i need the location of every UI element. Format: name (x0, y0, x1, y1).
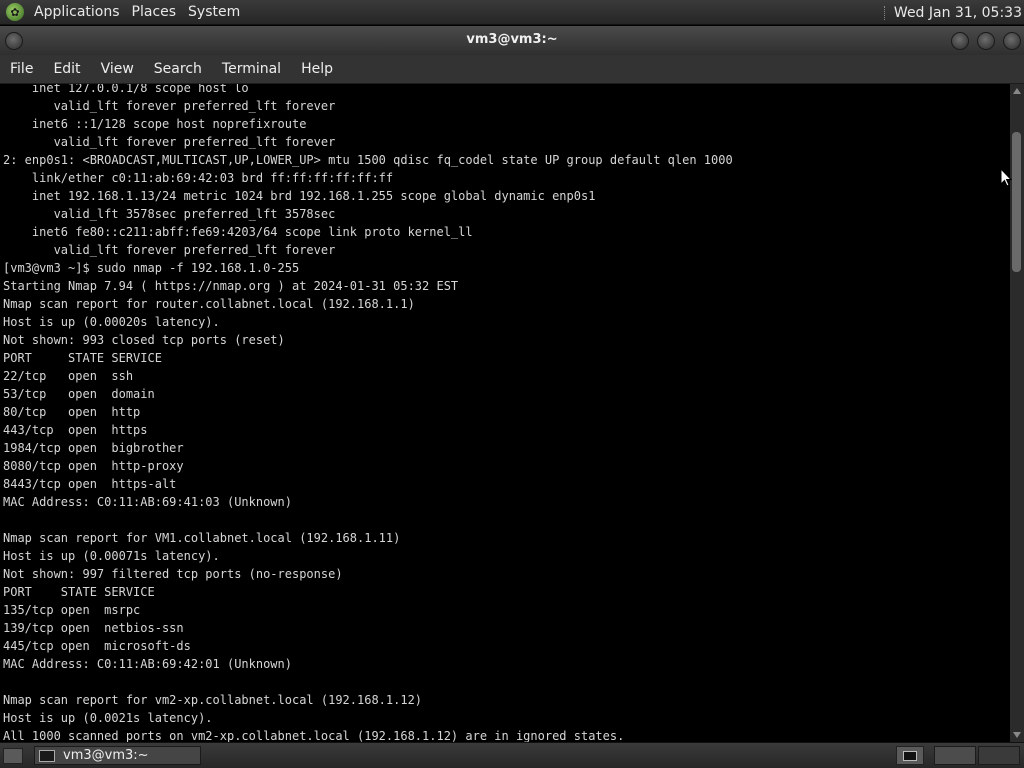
terminal-line: 139/tcp open netbios-ssn (3, 621, 184, 635)
terminal-line: inet 192.168.1.13/24 metric 1024 brd 192… (3, 189, 596, 203)
mouse-pointer-icon (1000, 168, 1012, 187)
terminal-line: [vm3@vm3 ~]$ sudo nmap -f 192.168.1.0-25… (3, 261, 300, 275)
show-desktop-icon[interactable] (3, 748, 23, 764)
menu-terminal[interactable]: Terminal (212, 61, 291, 77)
terminal-line: Starting Nmap 7.94 ( https://nmap.org ) … (3, 279, 459, 293)
terminal-line: valid_lft 3578sec preferred_lft 3578sec (3, 207, 336, 221)
places-menu[interactable]: Places (128, 4, 185, 20)
terminal-line: 53/tcp open domain (3, 387, 155, 401)
terminal-line: 135/tcp open msrpc (3, 603, 141, 617)
terminal-line: 1984/tcp open bigbrother (3, 441, 184, 455)
terminal-line: 8443/tcp open https-alt (3, 477, 177, 491)
menu-view[interactable]: View (91, 61, 144, 77)
terminal-line: PORT STATE SERVICE (3, 585, 155, 599)
terminal-line: inet 127.0.0.1/8 scope host lo (3, 84, 249, 95)
terminal-line: 2: enp0s1: <BROADCAST,MULTICAST,UP,LOWER… (3, 153, 733, 167)
menu-search[interactable]: Search (144, 61, 212, 77)
terminal-text: inet 127.0.0.1/8 scope host lo valid_lft… (0, 84, 733, 742)
maximize-button[interactable] (977, 32, 995, 50)
terminal-line: 80/tcp open http (3, 405, 141, 419)
terminal-line: Nmap scan report for VM1.collabnet.local… (3, 531, 401, 545)
taskbar-item-terminal[interactable]: vm3@vm3:~ (34, 746, 201, 765)
menu-help[interactable]: Help (291, 61, 343, 77)
minimize-button[interactable] (951, 32, 969, 50)
scroll-down-icon[interactable] (1013, 732, 1021, 738)
window-titlebar[interactable]: vm3@vm3:~ (0, 26, 1024, 55)
terminal-scrollbar[interactable] (1010, 84, 1024, 742)
terminal-line: valid_lft forever preferred_lft forever (3, 135, 336, 149)
terminal-line: 445/tcp open microsoft-ds (3, 639, 191, 653)
workspace-1[interactable] (934, 746, 976, 765)
terminal-line: PORT STATE SERVICE (3, 351, 162, 365)
terminal-line: Nmap scan report for vm2-xp.collabnet.lo… (3, 693, 423, 707)
menu-file[interactable]: File (0, 61, 43, 77)
terminal-line: inet6 fe80::c211:abff:fe69:4203/64 scope… (3, 225, 473, 239)
terminal-line: All 1000 scanned ports on vm2-xp.collabn… (3, 729, 625, 742)
terminal-line: 22/tcp open ssh (3, 369, 134, 383)
terminal-line: 443/tcp open https (3, 423, 148, 437)
terminal-output[interactable]: inet 127.0.0.1/8 scope host lo valid_lft… (0, 84, 1010, 742)
gnome-foot-icon[interactable]: ✿ (6, 3, 24, 21)
workspace-2[interactable] (978, 746, 1020, 765)
terminal-line: MAC Address: C0:11:AB:69:41:03 (Unknown) (3, 495, 292, 509)
applications-menu[interactable]: Applications (30, 4, 128, 20)
window-title: vm3@vm3:~ (466, 32, 558, 47)
terminal-line: Not shown: 993 closed tcp ports (reset) (3, 333, 285, 347)
panel-separator (883, 5, 888, 20)
terminal-line: Host is up (0.00020s latency). (3, 315, 220, 329)
taskbar-item-label: vm3@vm3:~ (63, 748, 149, 763)
terminal-line: Not shown: 997 filtered tcp ports (no-re… (3, 567, 343, 581)
terminal-line: inet6 ::1/128 scope host noprefixroute (3, 117, 307, 131)
close-button[interactable] (1003, 32, 1021, 50)
terminal-line: Host is up (0.00071s latency). (3, 549, 220, 563)
menu-edit[interactable]: Edit (43, 61, 90, 77)
scrollbar-thumb[interactable] (1012, 132, 1021, 272)
terminal-icon (39, 749, 55, 762)
system-menu[interactable]: System (184, 4, 248, 20)
terminal-line: Host is up (0.0021s latency). (3, 711, 213, 725)
terminal-line: 8080/tcp open http-proxy (3, 459, 184, 473)
menubar: File Edit View Search Terminal Help (0, 55, 1024, 84)
terminal-line: link/ether c0:11:ab:69:42:03 brd ff:ff:f… (3, 171, 394, 185)
clock[interactable]: Wed Jan 31, 05:33 (894, 5, 1024, 21)
terminal-line: valid_lft forever preferred_lft forever (3, 99, 336, 113)
terminal-line: MAC Address: C0:11:AB:69:42:01 (Unknown) (3, 657, 292, 671)
scroll-up-icon[interactable] (1013, 88, 1021, 94)
terminal-line: Nmap scan report for router.collabnet.lo… (3, 297, 415, 311)
terminal-line: valid_lft forever preferred_lft forever (3, 243, 336, 257)
top-panel: ✿ Applications Places System Wed Jan 31,… (0, 0, 1024, 25)
bottom-panel: vm3@vm3:~ (0, 742, 1024, 768)
tray-terminal-icon[interactable] (896, 746, 924, 765)
